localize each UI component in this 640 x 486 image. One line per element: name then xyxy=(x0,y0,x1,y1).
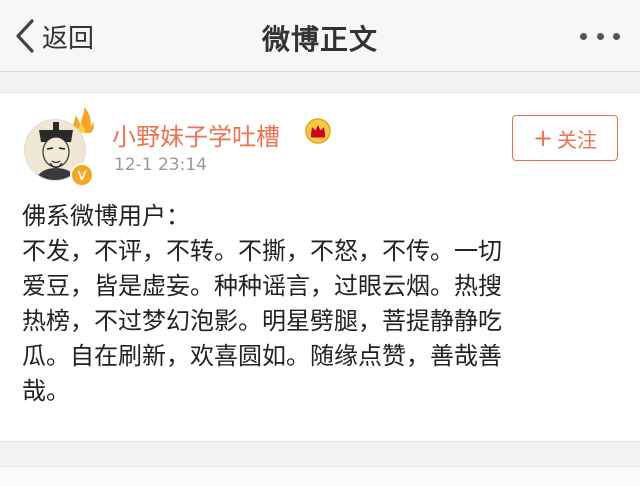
next-card-edge xyxy=(0,466,640,486)
author-name[interactable]: 小野妹子学吐槽 xyxy=(112,117,280,152)
post-line: 不发，不评，不转。不撕，不怒，不传。一切 xyxy=(22,237,502,265)
post-line: 热榜，不过梦幻泡影。明星劈腿，菩提静静吃 xyxy=(22,307,502,335)
crown-vip-icon xyxy=(305,118,331,144)
dot xyxy=(580,32,587,40)
post-timestamp: 12-1 23:14 xyxy=(114,155,207,175)
dot xyxy=(596,32,604,40)
follow-label: 关注 xyxy=(557,127,598,152)
page-title: 微博正文 xyxy=(261,23,378,56)
post-card: V 小野妹子学吐槽 12-1 23:14 + 关注 佛系微博用户： 不发，不评，… xyxy=(0,92,640,442)
post-line: 佛系微博用户： xyxy=(22,202,190,230)
more-dots-icon[interactable] xyxy=(580,22,620,50)
post-line: 瓜。自在刷新，欢喜圆如。随缘点赞，善哉善 xyxy=(22,342,502,370)
avatar-container[interactable]: V xyxy=(20,105,100,187)
follow-button[interactable]: + 关注 xyxy=(512,115,618,161)
verified-badge-icon: V xyxy=(70,163,94,187)
post-text: 佛系微博用户： 不发，不评，不转。不撕，不怒，不传。一切 爱豆，皆是虚妄。种种谣… xyxy=(22,199,622,409)
navigation-bar: 返回 微博正文 xyxy=(0,0,640,72)
dot xyxy=(613,32,620,40)
post-line: 哉。 xyxy=(22,377,70,405)
post-line: 爱豆，皆是虚妄。种种谣言，过眼云烟。热搜 xyxy=(22,272,502,300)
plus-icon: + xyxy=(532,124,554,152)
